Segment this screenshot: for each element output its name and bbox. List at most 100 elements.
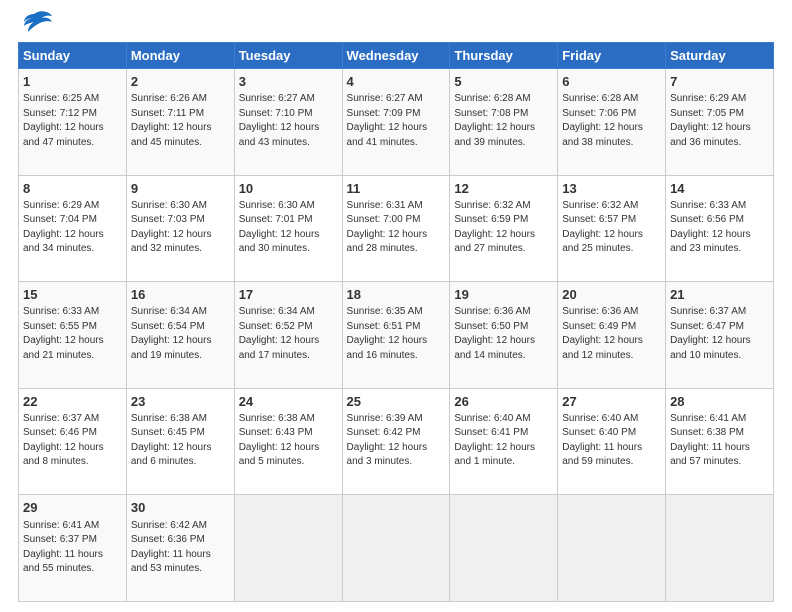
calendar-cell: 20Sunrise: 6:36 AM Sunset: 6:49 PM Dayli…: [558, 282, 666, 389]
calendar-week-3: 15Sunrise: 6:33 AM Sunset: 6:55 PM Dayli…: [19, 282, 774, 389]
day-number: 13: [562, 180, 661, 198]
calendar-cell: 23Sunrise: 6:38 AM Sunset: 6:45 PM Dayli…: [126, 388, 234, 495]
day-number: 9: [131, 180, 230, 198]
calendar-cell: [450, 495, 558, 602]
calendar-cell: 3Sunrise: 6:27 AM Sunset: 7:10 PM Daylig…: [234, 69, 342, 176]
day-info: Sunrise: 6:40 AM Sunset: 6:41 PM Dayligh…: [454, 412, 553, 470]
day-number: 15: [23, 286, 122, 304]
calendar-header-row: SundayMondayTuesdayWednesdayThursdayFrid…: [19, 43, 774, 69]
calendar-cell: 17Sunrise: 6:34 AM Sunset: 6:52 PM Dayli…: [234, 282, 342, 389]
day-info: Sunrise: 6:37 AM Sunset: 6:47 PM Dayligh…: [670, 305, 769, 363]
day-number: 11: [347, 180, 446, 198]
calendar-cell: 22Sunrise: 6:37 AM Sunset: 6:46 PM Dayli…: [19, 388, 127, 495]
day-info: Sunrise: 6:34 AM Sunset: 6:54 PM Dayligh…: [131, 305, 230, 363]
calendar-cell: 30 Sunrise: 6:42 AM Sunset: 6:36 PM Dayli…: [126, 495, 234, 602]
header: [18, 18, 774, 32]
calendar-cell: 24Sunrise: 6:38 AM Sunset: 6:43 PM Dayli…: [234, 388, 342, 495]
day-number: 21: [670, 286, 769, 304]
day-info: Sunrise: 6:29 AM Sunset: 7:05 PM Dayligh…: [670, 92, 769, 150]
calendar-cell: 26Sunrise: 6:40 AM Sunset: 6:41 PM Dayli…: [450, 388, 558, 495]
day-header-saturday: Saturday: [666, 43, 774, 69]
calendar-cell: 19Sunrise: 6:36 AM Sunset: 6:50 PM Dayli…: [450, 282, 558, 389]
day-number: 2: [131, 73, 230, 91]
page: SundayMondayTuesdayWednesdayThursdayFrid…: [0, 0, 792, 612]
day-info: Sunrise: 6:27 AM Sunset: 7:09 PM Dayligh…: [347, 92, 446, 150]
calendar-cell: 18Sunrise: 6:35 AM Sunset: 6:51 PM Dayli…: [342, 282, 450, 389]
day-number: 29: [23, 499, 122, 517]
calendar-cell: 12Sunrise: 6:32 AM Sunset: 6:59 PM Dayli…: [450, 175, 558, 282]
day-number: 18: [347, 286, 446, 304]
calendar-cell: 4Sunrise: 6:27 AM Sunset: 7:09 PM Daylig…: [342, 69, 450, 176]
day-number: 14: [670, 180, 769, 198]
day-info: Sunrise: 6:28 AM Sunset: 7:06 PM Dayligh…: [562, 92, 661, 150]
calendar-cell: 13Sunrise: 6:32 AM Sunset: 6:57 PM Dayli…: [558, 175, 666, 282]
logo: [18, 18, 52, 32]
day-info: Sunrise: 6:31 AM Sunset: 7:00 PM Dayligh…: [347, 199, 446, 257]
day-number: 7: [670, 73, 769, 91]
day-number: 19: [454, 286, 553, 304]
day-info: Sunrise: 6:38 AM Sunset: 6:45 PM Dayligh…: [131, 412, 230, 470]
day-number: 8: [23, 180, 122, 198]
day-info: Sunrise: 6:32 AM Sunset: 6:59 PM Dayligh…: [454, 199, 553, 257]
calendar-cell: 21Sunrise: 6:37 AM Sunset: 6:47 PM Dayli…: [666, 282, 774, 389]
day-info: Sunrise: 6:27 AM Sunset: 7:10 PM Dayligh…: [239, 92, 338, 150]
day-header-sunday: Sunday: [19, 43, 127, 69]
day-number: 5: [454, 73, 553, 91]
calendar-week-1: 1Sunrise: 6:25 AM Sunset: 7:12 PM Daylig…: [19, 69, 774, 176]
day-header-monday: Monday: [126, 43, 234, 69]
calendar-cell: 10Sunrise: 6:30 AM Sunset: 7:01 PM Dayli…: [234, 175, 342, 282]
day-info: Sunrise: 6:29 AM Sunset: 7:04 PM Dayligh…: [23, 199, 122, 257]
day-info: Sunrise: 6:37 AM Sunset: 6:46 PM Dayligh…: [23, 412, 122, 470]
day-info: Sunrise: 6:42 AM Sunset: 6:36 PM Dayligh…: [131, 519, 230, 577]
day-number: 3: [239, 73, 338, 91]
calendar-cell: 5Sunrise: 6:28 AM Sunset: 7:08 PM Daylig…: [450, 69, 558, 176]
day-info: Sunrise: 6:30 AM Sunset: 7:01 PM Dayligh…: [239, 199, 338, 257]
calendar-cell: 27Sunrise: 6:40 AM Sunset: 6:40 PM Dayli…: [558, 388, 666, 495]
calendar-week-4: 22Sunrise: 6:37 AM Sunset: 6:46 PM Dayli…: [19, 388, 774, 495]
day-header-thursday: Thursday: [450, 43, 558, 69]
calendar-cell: 9Sunrise: 6:30 AM Sunset: 7:03 PM Daylig…: [126, 175, 234, 282]
day-info: Sunrise: 6:30 AM Sunset: 7:03 PM Dayligh…: [131, 199, 230, 257]
calendar-cell: 2Sunrise: 6:26 AM Sunset: 7:11 PM Daylig…: [126, 69, 234, 176]
day-info: Sunrise: 6:36 AM Sunset: 6:50 PM Dayligh…: [454, 305, 553, 363]
day-number: 6: [562, 73, 661, 91]
day-number: 4: [347, 73, 446, 91]
calendar-cell: [234, 495, 342, 602]
day-number: 1: [23, 73, 122, 91]
calendar-cell: [666, 495, 774, 602]
calendar-cell: 11Sunrise: 6:31 AM Sunset: 7:00 PM Dayli…: [342, 175, 450, 282]
day-header-friday: Friday: [558, 43, 666, 69]
day-info: Sunrise: 6:33 AM Sunset: 6:55 PM Dayligh…: [23, 305, 122, 363]
day-info: Sunrise: 6:41 AM Sunset: 6:38 PM Dayligh…: [670, 412, 769, 470]
calendar-cell: [342, 495, 450, 602]
calendar-cell: 28Sunrise: 6:41 AM Sunset: 6:38 PM Dayli…: [666, 388, 774, 495]
day-number: 20: [562, 286, 661, 304]
day-number: 25: [347, 393, 446, 411]
calendar-cell: 16Sunrise: 6:34 AM Sunset: 6:54 PM Dayli…: [126, 282, 234, 389]
calendar-cell: 25Sunrise: 6:39 AM Sunset: 6:42 PM Dayli…: [342, 388, 450, 495]
calendar-cell: [558, 495, 666, 602]
day-number: 24: [239, 393, 338, 411]
day-header-wednesday: Wednesday: [342, 43, 450, 69]
day-number: 10: [239, 180, 338, 198]
calendar-table: SundayMondayTuesdayWednesdayThursdayFrid…: [18, 42, 774, 602]
calendar-cell: 8Sunrise: 6:29 AM Sunset: 7:04 PM Daylig…: [19, 175, 127, 282]
calendar-cell: 6Sunrise: 6:28 AM Sunset: 7:06 PM Daylig…: [558, 69, 666, 176]
day-number: 30: [131, 499, 230, 517]
day-info: Sunrise: 6:25 AM Sunset: 7:12 PM Dayligh…: [23, 92, 122, 150]
day-info: Sunrise: 6:36 AM Sunset: 6:49 PM Dayligh…: [562, 305, 661, 363]
day-info: Sunrise: 6:34 AM Sunset: 6:52 PM Dayligh…: [239, 305, 338, 363]
day-info: Sunrise: 6:40 AM Sunset: 6:40 PM Dayligh…: [562, 412, 661, 470]
day-info: Sunrise: 6:39 AM Sunset: 6:42 PM Dayligh…: [347, 412, 446, 470]
day-number: 28: [670, 393, 769, 411]
day-info: Sunrise: 6:32 AM Sunset: 6:57 PM Dayligh…: [562, 199, 661, 257]
calendar-week-5: 29Sunrise: 6:41 AM Sunset: 6:37 PM Dayli…: [19, 495, 774, 602]
calendar-cell: 1Sunrise: 6:25 AM Sunset: 7:12 PM Daylig…: [19, 69, 127, 176]
calendar-cell: 29Sunrise: 6:41 AM Sunset: 6:37 PM Dayli…: [19, 495, 127, 602]
day-number: 17: [239, 286, 338, 304]
day-number: 23: [131, 393, 230, 411]
calendar-week-2: 8Sunrise: 6:29 AM Sunset: 7:04 PM Daylig…: [19, 175, 774, 282]
logo-bird-icon: [20, 10, 52, 32]
day-number: 16: [131, 286, 230, 304]
day-info: Sunrise: 6:35 AM Sunset: 6:51 PM Dayligh…: [347, 305, 446, 363]
